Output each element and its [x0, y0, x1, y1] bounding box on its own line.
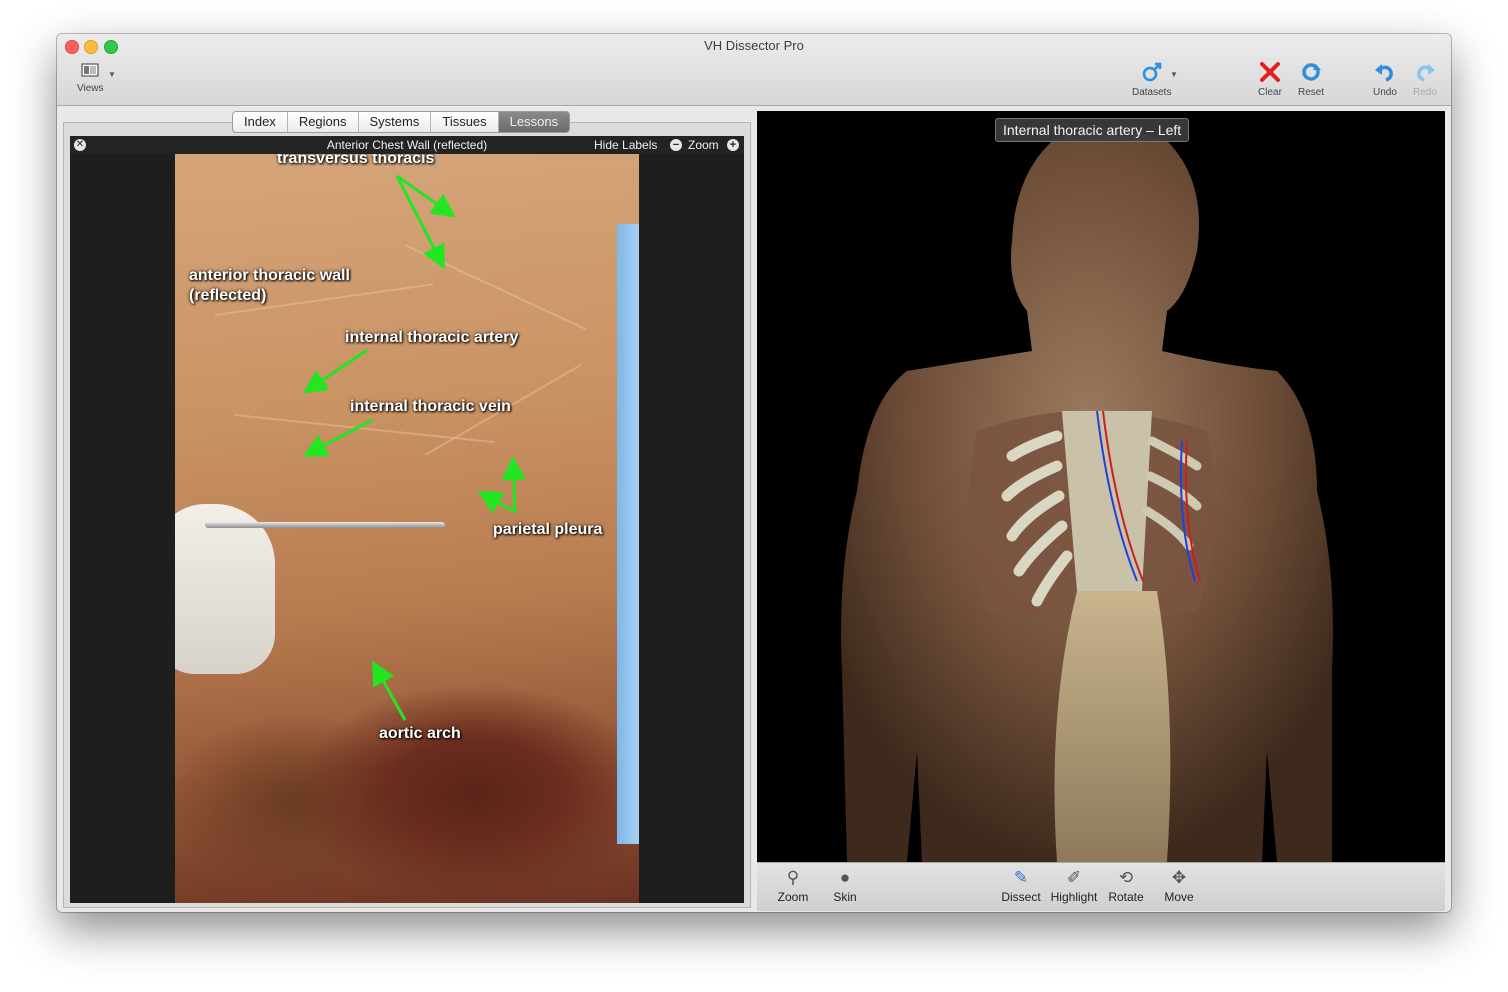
move-tool-button[interactable]: ✥ Move [1151, 867, 1207, 904]
datasets-button[interactable]: Datasets [1132, 62, 1171, 98]
annotation-transversus-thoracis: transversus thoracis [277, 154, 435, 167]
highlighter-icon: ✐ [1066, 868, 1082, 887]
skin-tool-button[interactable]: ● Skin [817, 867, 873, 904]
tab-regions[interactable]: Regions [288, 112, 359, 132]
annotation-anterior-thoracic-wall: anterior thoracic wall [189, 267, 350, 284]
undo-label: Undo [1373, 87, 1397, 98]
views-button[interactable]: Views [77, 62, 104, 94]
rotate-icon: ⟲ [1118, 868, 1134, 887]
annotation-internal-thoracic-vein: internal thoracic vein [350, 398, 511, 415]
clear-label: Clear [1258, 87, 1282, 98]
skin-tool-label: Skin [833, 890, 857, 904]
window-title: VH Dissector Pro [704, 38, 804, 53]
annotation-reflected: (reflected) [189, 287, 267, 304]
annotation-aortic-arch: aortic arch [379, 725, 461, 742]
tab-index[interactable]: Index [233, 112, 288, 132]
lesson-header: ✕ Anterior Chest Wall (reflected) Hide L… [70, 136, 744, 154]
structure-tooltip: Internal thoracic artery – Left [995, 118, 1190, 142]
lesson-viewer: ✕ Anterior Chest Wall (reflected) Hide L… [70, 136, 744, 903]
app-window: VH Dissector Pro Views ▼ Datasets ▼ Clea… [57, 34, 1451, 912]
zoom-tool-button[interactable]: ⚲ Zoom [765, 867, 821, 904]
highlight-tool-label: Highlight [1050, 890, 1098, 904]
title-bar: VH Dissector Pro Views ▼ Datasets ▼ Clea… [57, 34, 1451, 106]
main-content: Index Regions Systems Tissues Lessons ✕ … [57, 106, 1451, 912]
highlight-tool-button[interactable]: ✐ Highlight [1046, 867, 1102, 904]
views-icon [81, 63, 99, 77]
hide-labels-button[interactable]: Hide Labels [594, 138, 657, 152]
red-x-icon [1259, 62, 1280, 82]
viewer-toolbar: ⚲ Zoom ● Skin ✎ Dissect ✐ Highlight ⟲ Ro… [757, 862, 1445, 911]
move-arrows-icon: ✥ [1171, 868, 1187, 887]
datasets-label: Datasets [1132, 87, 1172, 98]
zoom-in-icon[interactable]: + [727, 139, 739, 151]
redo-arrow-icon [1417, 64, 1435, 82]
annotation-parietal-pleura: parietal pleura [493, 521, 603, 538]
redo-button[interactable]: Redo [1413, 62, 1437, 98]
annotation-internal-thoracic-artery: internal thoracic artery [345, 329, 519, 346]
rotate-tool-label: Rotate [1108, 890, 1144, 904]
views-label: Views [77, 83, 104, 94]
3d-body-model [841, 129, 1333, 862]
zoom-tool-label: Zoom [777, 890, 809, 904]
clear-button[interactable]: Clear [1258, 62, 1282, 98]
tab-tissues[interactable]: Tissues [431, 112, 499, 132]
move-tool-label: Move [1164, 890, 1194, 904]
undo-button[interactable]: Undo [1373, 62, 1397, 98]
magnifier-icon: ⚲ [786, 868, 800, 887]
reset-button[interactable]: Reset [1298, 62, 1324, 98]
scalpel-icon: ✎ [1013, 868, 1029, 887]
zoom-out-icon[interactable]: − [670, 139, 682, 151]
reset-label: Reset [1298, 87, 1325, 98]
3d-viewer[interactable]: Internal thoracic artery – Left [757, 111, 1445, 862]
redo-label: Redo [1413, 87, 1437, 98]
browser-tabs: Index Regions Systems Tissues Lessons [232, 111, 571, 133]
tab-systems[interactable]: Systems [359, 112, 432, 132]
tab-lessons[interactable]: Lessons [498, 112, 570, 132]
dissection-photo: transversus thoracis anterior thoracic w… [175, 154, 639, 903]
male-symbol-icon [1142, 62, 1162, 82]
views-chevron-down-icon[interactable]: ▼ [108, 70, 116, 79]
person-icon: ● [839, 868, 851, 887]
datasets-chevron-down-icon[interactable]: ▼ [1170, 70, 1178, 79]
rotate-tool-button[interactable]: ⟲ Rotate [1098, 867, 1154, 904]
dissect-tool-label: Dissect [1001, 890, 1041, 904]
undo-arrow-icon [1374, 64, 1393, 82]
dissect-tool-button[interactable]: ✎ Dissect [993, 867, 1049, 904]
reset-arrows-icon [1302, 63, 1322, 81]
zoom-label: Zoom [688, 138, 719, 152]
